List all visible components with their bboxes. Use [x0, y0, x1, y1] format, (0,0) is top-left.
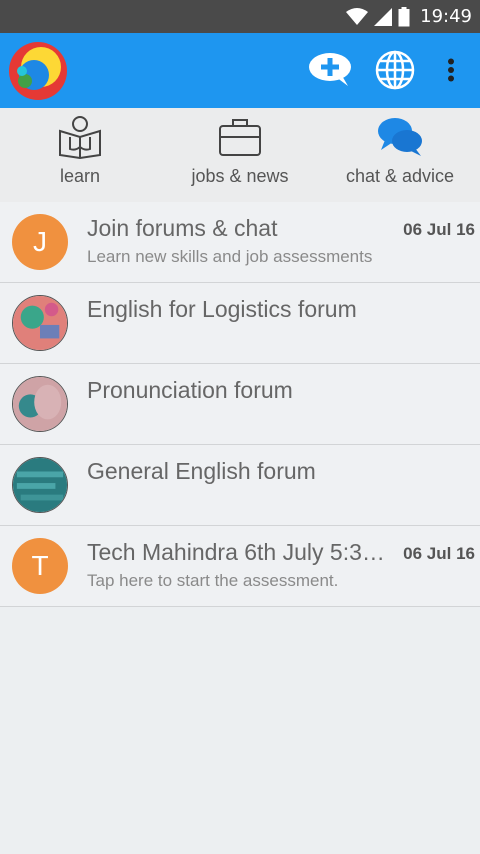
tab-chat-advice[interactable]: chat & advice [320, 108, 480, 202]
conversation-list: J Join forums & chat Learn new skills an… [0, 202, 480, 607]
list-item[interactable]: English for Logistics forum [0, 283, 480, 364]
item-title: General English forum [87, 458, 316, 484]
chat-bubbles-icon [377, 114, 423, 160]
overflow-menu-icon[interactable] [436, 48, 466, 92]
item-date: 06 Jul 16 [403, 220, 475, 239]
category-tabs: learn jobs & news chat & advice [0, 108, 480, 202]
globe-icon[interactable] [372, 48, 418, 92]
list-item[interactable]: Pronunciation forum [0, 364, 480, 445]
item-title: Join forums & chat [87, 215, 278, 241]
avatar [12, 295, 68, 351]
item-subtitle: Learn new skills and job assessments [87, 247, 373, 266]
app-bar [0, 33, 480, 108]
tab-learn[interactable]: learn [0, 108, 160, 202]
status-time: 19:49 [420, 6, 472, 27]
reader-icon [57, 114, 103, 160]
tab-jobs-news-label: jobs & news [191, 166, 289, 186]
list-item[interactable]: General English forum [0, 445, 480, 526]
new-chat-icon[interactable] [306, 48, 354, 92]
item-title: English for Logistics forum [87, 296, 357, 322]
status-bar: 19:49 [0, 0, 480, 33]
cell-signal-icon [374, 7, 393, 26]
item-subtitle: Tap here to start the assessment. [87, 571, 339, 590]
tab-learn-label: learn [59, 166, 101, 186]
avatar: T [12, 538, 68, 594]
avatar-letter: J [33, 226, 47, 257]
avatar: J [12, 214, 68, 270]
battery-icon [398, 6, 410, 27]
list-item[interactable]: T Tech Mahindra 6th July 5:30 PM Tap her… [0, 526, 480, 607]
list-item[interactable]: J Join forums & chat Learn new skills an… [0, 202, 480, 283]
tab-chat-advice-label: chat & advice [345, 166, 455, 186]
avatar [12, 457, 68, 513]
briefcase-icon [218, 114, 262, 160]
app-logo[interactable] [8, 41, 68, 101]
item-title: Tech Mahindra 6th July 5:30 PM [87, 539, 397, 565]
item-date: 06 Jul 16 [403, 544, 475, 563]
avatar [12, 376, 68, 432]
wifi-icon [346, 7, 369, 26]
avatar-letter: T [31, 550, 49, 581]
tab-jobs-news[interactable]: jobs & news [160, 108, 320, 202]
item-title: Pronunciation forum [87, 377, 293, 403]
